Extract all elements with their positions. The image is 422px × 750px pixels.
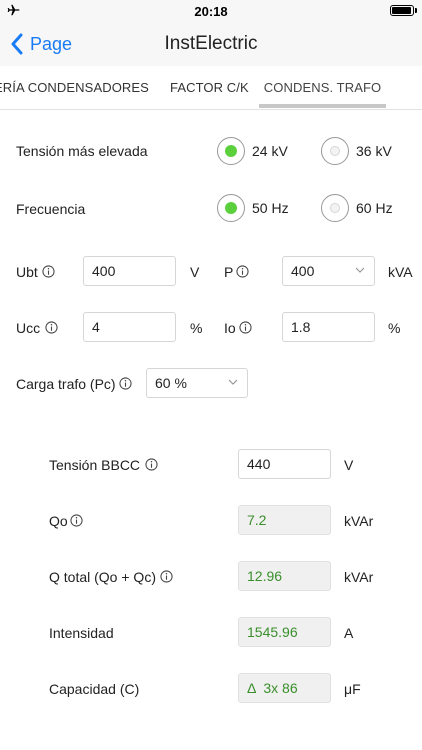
- radio-circle: [217, 194, 245, 222]
- qtotal-output: 12.96: [238, 561, 331, 591]
- tab-factor-ck[interactable]: FACTOR C/K: [170, 66, 249, 109]
- battery-tip: [415, 8, 417, 13]
- carga-select-value: 60 %: [155, 375, 187, 391]
- capacidad-output: Δ 3x 86: [238, 673, 331, 703]
- ucc-label: Ucc: [16, 320, 41, 336]
- p-select[interactable]: 400: [282, 256, 375, 286]
- tension-label: Tensión más elevada: [16, 143, 148, 159]
- radio-circle: [321, 194, 349, 222]
- active-tab-indicator: [259, 104, 386, 108]
- qo-output: 7.2: [238, 505, 331, 535]
- radio-50hz[interactable]: 50 Hz: [217, 194, 289, 222]
- tension-bbcc-input[interactable]: 440: [238, 449, 331, 479]
- io-label: Io: [224, 320, 236, 336]
- ucc-unit: %: [190, 320, 203, 336]
- info-icon[interactable]: [42, 265, 55, 278]
- status-bar: 20:18: [0, 0, 422, 22]
- radio-label: 24 kV: [252, 143, 288, 159]
- ubt-label: Ubt: [16, 264, 38, 280]
- intensidad-label: Intensidad: [49, 625, 114, 641]
- battery-level: [392, 7, 411, 14]
- info-icon[interactable]: [160, 570, 173, 583]
- radio-circle: [217, 137, 245, 165]
- info-icon[interactable]: [45, 321, 58, 334]
- intensidad-unit: A: [344, 625, 354, 641]
- radio-unselected-dot: [330, 203, 340, 213]
- tension-bbcc-unit: V: [344, 457, 354, 473]
- intensidad-output: 1545.96: [238, 617, 331, 647]
- info-icon[interactable]: [239, 321, 252, 334]
- p-label: P: [224, 264, 234, 280]
- p-select-value: 400: [291, 263, 315, 279]
- navigation-bar: Page InstElectric: [0, 22, 422, 66]
- qtotal-label: Q total (Qo + Qc): [49, 569, 156, 585]
- radio-circle: [321, 137, 349, 165]
- frecuencia-label: Frecuencia: [16, 201, 86, 217]
- io-input[interactable]: 1.8: [282, 312, 375, 342]
- radio-36kv[interactable]: 36 kV: [321, 137, 392, 165]
- qo-unit: kVAr: [344, 513, 374, 529]
- ubt-unit: V: [190, 264, 200, 280]
- capacidad-label: Capacidad (C): [49, 681, 140, 697]
- radio-unselected-dot: [330, 146, 340, 156]
- status-time: 20:18: [194, 4, 228, 19]
- ucc-input[interactable]: 4: [83, 312, 176, 342]
- battery-icon: [390, 5, 414, 16]
- qtotal-unit: kVAr: [344, 569, 374, 585]
- io-unit: %: [388, 320, 401, 336]
- info-icon[interactable]: [70, 514, 83, 527]
- radio-selected-dot: [225, 145, 237, 157]
- qo-label: Qo: [49, 513, 68, 529]
- tension-bbcc-label: Tensión BBCC: [49, 457, 141, 473]
- carga-label: Carga trafo (Pc): [16, 376, 116, 392]
- radio-24kv[interactable]: 24 kV: [217, 137, 288, 165]
- radio-label: 60 Hz: [356, 200, 393, 216]
- info-icon[interactable]: [145, 458, 158, 471]
- tab-bateria-condensadores[interactable]: ERÍA CONDENSADORES: [0, 66, 149, 109]
- chevron-down-icon: [228, 379, 238, 385]
- radio-label: 36 kV: [356, 143, 392, 159]
- info-icon[interactable]: [236, 265, 249, 278]
- radio-selected-dot: [225, 202, 237, 214]
- radio-label: 50 Hz: [252, 200, 289, 216]
- radio-60hz[interactable]: 60 Hz: [321, 194, 393, 222]
- page-title: InstElectric: [164, 33, 258, 54]
- info-icon[interactable]: [119, 377, 132, 390]
- p-unit: kVA: [388, 264, 413, 280]
- chevron-down-icon: [355, 267, 365, 273]
- ubt-input[interactable]: 400: [83, 256, 176, 286]
- capacidad-unit: μF: [344, 681, 361, 697]
- carga-select[interactable]: 60 %: [146, 368, 248, 398]
